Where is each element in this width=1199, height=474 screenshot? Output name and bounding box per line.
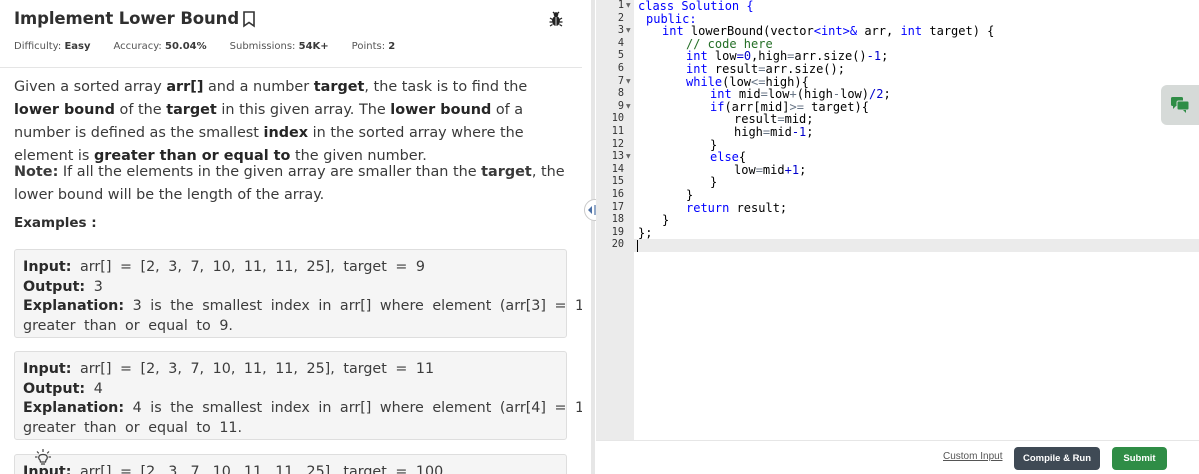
line-number: 17 — [611, 201, 624, 213]
code-line: }; — [638, 225, 653, 240]
example-explanation-cont: greater than or equal to 11. — [23, 419, 243, 436]
example-explanation-cont: greater than or equal to 9. — [23, 317, 233, 334]
line-number: 16 — [611, 189, 624, 200]
line-number: 2 — [617, 12, 624, 24]
line-number: 19 — [611, 226, 624, 238]
line-number: 20 — [611, 239, 624, 251]
example-explanation: Explanation: 3 is the smallest index in … — [23, 298, 582, 314]
lightbulb-icon[interactable] — [33, 448, 53, 468]
problem-description: Given a sorted array arr[] and a number … — [14, 79, 528, 164]
compile-run-button[interactable]: Compile & Run — [1014, 447, 1100, 470]
line-number: 9 — [617, 100, 624, 112]
example-box: Input: arr[] = [2, 3, 7, 10, 11, 11, 25]… — [14, 249, 582, 338]
line-number: 12 — [611, 138, 624, 150]
text-cursor — [637, 240, 638, 252]
points: Points: 2 — [351, 41, 396, 52]
problem-title-row: Implement Lower Bound — [14, 9, 256, 28]
problem-note: Note: If all the elements in the given a… — [14, 164, 565, 203]
submit-button[interactable]: Submit — [1112, 447, 1167, 470]
fold-arrow-icon[interactable]: ▼ — [626, 101, 631, 114]
problem-panel: Implement Lower Bound Difficulty: Easy A… — [0, 0, 582, 474]
line-number: 11 — [611, 126, 624, 137]
fold-arrow-icon[interactable]: ▼ — [626, 76, 631, 89]
code-line: return result; — [686, 200, 788, 215]
example-explanation: Explanation: 4 is the smallest index in … — [23, 400, 582, 416]
line-number: 1 — [617, 0, 624, 11]
panel-splitter[interactable] — [582, 0, 595, 474]
line-number: 14 — [611, 163, 624, 175]
line-number: 3 — [617, 25, 624, 37]
example-output: Output: 3 — [23, 278, 103, 295]
meta-divider — [0, 67, 582, 68]
line-number: 6 — [617, 63, 624, 74]
bug-icon[interactable] — [549, 10, 563, 28]
code-line: } — [662, 213, 670, 228]
line-number: 10 — [611, 113, 624, 125]
fold-arrow-icon[interactable]: ▼ — [626, 151, 631, 164]
code-line: } — [710, 175, 718, 190]
line-number: 5 — [617, 50, 624, 62]
code-line: low=mid+1; — [734, 162, 807, 177]
bookmark-icon[interactable] — [242, 10, 256, 28]
problem-title: Implement Lower Bound — [14, 9, 240, 28]
editor-footer — [596, 440, 1199, 474]
code-line: high=mid-1; — [734, 125, 814, 139]
example-output: Output: 4 — [23, 380, 103, 397]
problem-meta: Difficulty: Easy Accuracy: 50.04% Submis… — [14, 41, 418, 52]
examples-heading: Examples : — [14, 215, 97, 231]
difficulty: Difficulty: Easy — [14, 41, 91, 52]
active-line-highlight — [634, 239, 1199, 252]
example-input: Input: arr[] = [2, 3, 7, 10, 11, 11, 25]… — [23, 361, 435, 377]
fold-arrow-icon[interactable]: ▼ — [626, 0, 631, 13]
accuracy: Accuracy: 50.04% — [113, 41, 207, 52]
example-input: Input: arr[] = [2, 3, 7, 10, 11, 11, 25]… — [23, 259, 425, 275]
line-number: 13 — [611, 151, 624, 163]
line-number: 18 — [611, 214, 624, 226]
line-number: 15 — [611, 176, 624, 188]
line-number: 4 — [617, 37, 624, 49]
example-input: Input: arr[] = [2, 3, 7, 10, 11, 11, 25]… — [23, 464, 444, 474]
custom-input-link[interactable]: Custom Input — [943, 451, 1002, 462]
line-number: 8 — [617, 88, 624, 100]
submissions: Submissions: 54K+ — [229, 41, 329, 52]
line-number: 7 — [617, 75, 624, 87]
line-number-gutter: 1 2 3 4 5 6 7 8 9 10 11 12 13 14 15 16 1… — [596, 0, 634, 440]
chat-icon[interactable] — [1161, 85, 1199, 125]
example-box: Input: arr[] = [2, 3, 7, 10, 11, 11, 25]… — [14, 454, 567, 474]
fold-arrow-icon[interactable]: ▼ — [626, 25, 631, 38]
example-box: Input: arr[] = [2, 3, 7, 10, 11, 11, 25]… — [14, 351, 582, 440]
code-editor[interactable]: 1 2 3 4 5 6 7 8 9 10 11 12 13 14 15 16 1… — [596, 0, 1199, 474]
